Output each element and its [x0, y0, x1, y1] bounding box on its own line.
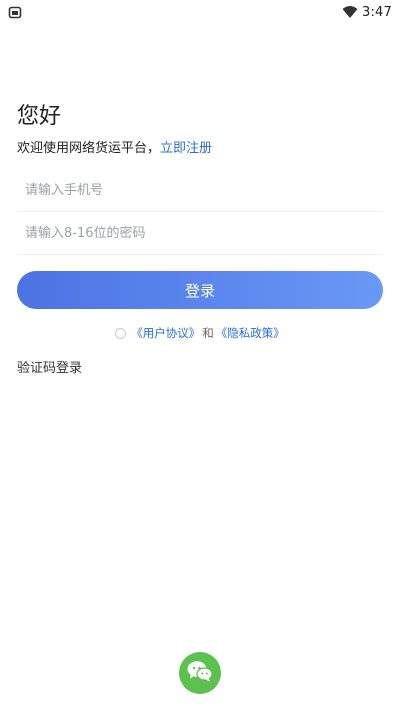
welcome-subtitle: 欢迎使用网络货运平台，立即注册 — [17, 137, 212, 156]
notification-icon — [8, 5, 22, 19]
wechat-login-button[interactable] — [179, 652, 221, 694]
agreement-and-text: 和 — [202, 326, 214, 340]
privacy-policy-link[interactable]: 《隐私政策》 — [216, 325, 285, 341]
password-input[interactable] — [17, 213, 383, 254]
phone-input[interactable] — [17, 170, 383, 211]
agreement-row: 《用户协议》 和 《隐私政策》 — [0, 325, 400, 341]
welcome-text: 欢迎使用网络货运平台， — [17, 141, 161, 156]
sms-login-link[interactable]: 验证码登录 — [17, 357, 82, 376]
wifi-icon — [342, 5, 358, 19]
wechat-icon — [186, 659, 214, 687]
user-agreement-link[interactable]: 《用户协议》 — [131, 325, 200, 341]
password-field — [17, 213, 383, 255]
phone-field — [17, 170, 383, 212]
login-button[interactable]: 登录 — [17, 271, 383, 309]
greeting-title: 您好 — [17, 104, 62, 129]
register-link[interactable]: 立即注册 — [160, 141, 212, 156]
status-right: 3:47 — [342, 5, 392, 20]
status-bar: 3:47 — [0, 0, 400, 24]
status-time: 3:47 — [362, 4, 392, 20]
agreement-radio[interactable] — [115, 327, 127, 339]
